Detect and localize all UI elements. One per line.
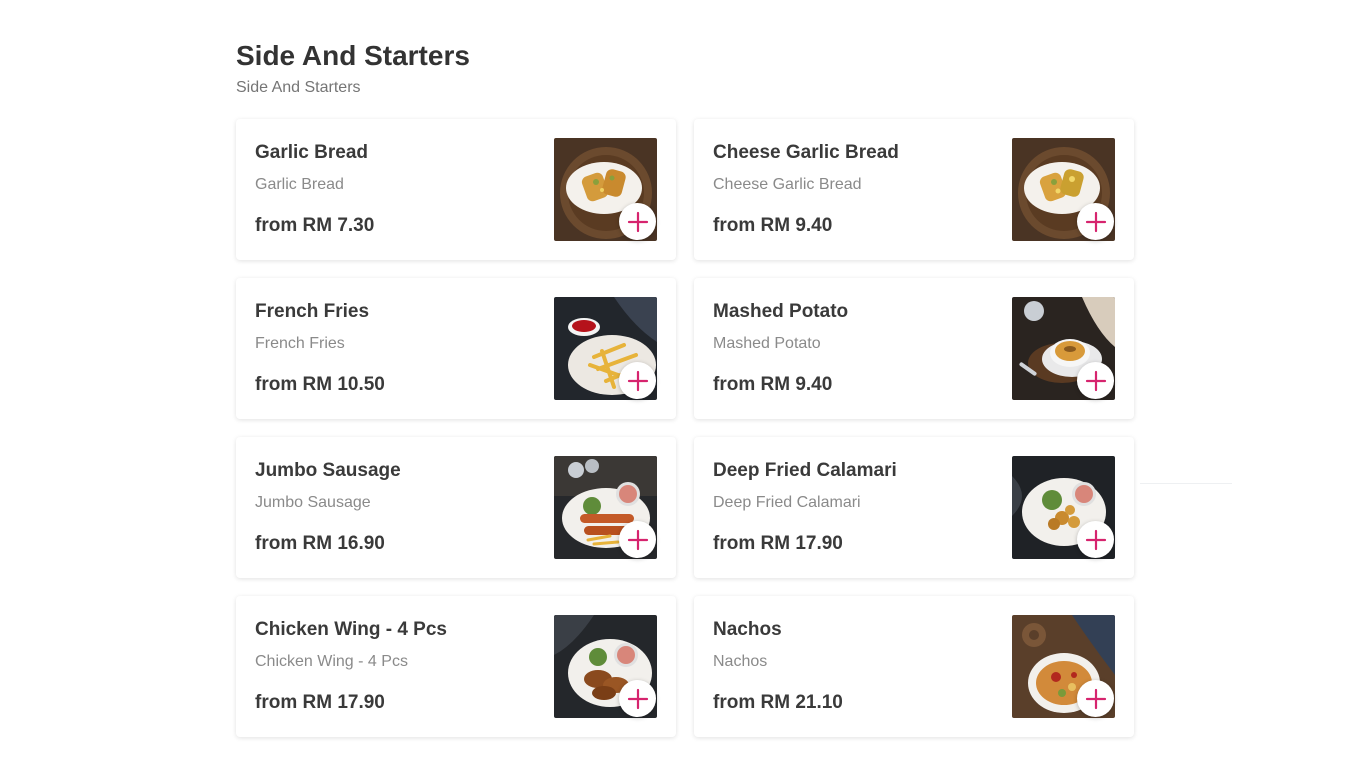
add-to-cart-button[interactable]	[1077, 362, 1114, 399]
item-name: Cheese Garlic Bread	[713, 142, 899, 163]
item-price: from RM 17.90	[713, 533, 843, 554]
menu-item-card[interactable]: Deep Fried Calamari Deep Fried Calamari …	[694, 437, 1134, 578]
add-to-cart-button[interactable]	[619, 680, 656, 717]
plus-icon	[627, 529, 648, 550]
item-price: from RM 9.40	[713, 374, 833, 395]
item-name: Garlic Bread	[255, 142, 368, 163]
menu-item-card[interactable]: Jumbo Sausage Jumbo Sausage from RM 16.9…	[236, 437, 676, 578]
item-name: Jumbo Sausage	[255, 460, 401, 481]
item-description: Cheese Garlic Bread	[713, 176, 862, 193]
item-name: Deep Fried Calamari	[713, 460, 897, 481]
menu-item-card[interactable]: French Fries French Fries from RM 10.50	[236, 278, 676, 419]
section-title: Side And Starters	[236, 40, 470, 71]
add-to-cart-button[interactable]	[619, 362, 656, 399]
add-to-cart-button[interactable]	[1077, 521, 1114, 558]
plus-icon	[1085, 370, 1106, 391]
item-description: Chicken Wing - 4 Pcs	[255, 653, 408, 670]
item-price: from RM 17.90	[255, 692, 385, 713]
add-to-cart-button[interactable]	[619, 521, 656, 558]
menu-item-card[interactable]: Chicken Wing - 4 Pcs Chicken Wing - 4 Pc…	[236, 596, 676, 737]
plus-icon	[627, 211, 648, 232]
add-to-cart-button[interactable]	[1077, 680, 1114, 717]
divider	[1140, 483, 1232, 484]
add-to-cart-button[interactable]	[619, 203, 656, 240]
item-price: from RM 21.10	[713, 692, 843, 713]
item-description: Mashed Potato	[713, 335, 821, 352]
menu-item-card[interactable]: Garlic Bread Garlic Bread from RM 7.30	[236, 119, 676, 260]
add-to-cart-button[interactable]	[1077, 203, 1114, 240]
plus-icon	[627, 370, 648, 391]
menu-item-card[interactable]: Mashed Potato Mashed Potato from RM 9.40	[694, 278, 1134, 419]
item-name: French Fries	[255, 301, 370, 322]
item-name: Nachos	[713, 619, 782, 640]
plus-icon	[1085, 529, 1106, 550]
item-description: Deep Fried Calamari	[713, 494, 861, 511]
item-description: French Fries	[255, 335, 345, 352]
menu-grid: Garlic Bread Garlic Bread from RM 7.30 C…	[236, 119, 1134, 737]
item-name: Chicken Wing - 4 Pcs	[255, 619, 447, 640]
menu-item-card[interactable]: Cheese Garlic Bread Cheese Garlic Bread …	[694, 119, 1134, 260]
item-description: Nachos	[713, 653, 768, 670]
item-name: Mashed Potato	[713, 301, 849, 322]
item-price: from RM 7.30	[255, 215, 375, 236]
item-price: from RM 16.90	[255, 533, 385, 554]
menu-item-card[interactable]: Nachos Nachos from RM 21.10	[694, 596, 1134, 737]
plus-icon	[1085, 211, 1106, 232]
plus-icon	[1085, 688, 1106, 709]
item-price: from RM 9.40	[713, 215, 833, 236]
item-price: from RM 10.50	[255, 374, 385, 395]
plus-icon	[627, 688, 648, 709]
section-header: Side And Starters Side And Starters	[236, 38, 1136, 98]
item-description: Jumbo Sausage	[255, 494, 371, 511]
section-subtitle: Side And Starters	[236, 79, 361, 96]
item-description: Garlic Bread	[255, 176, 344, 193]
